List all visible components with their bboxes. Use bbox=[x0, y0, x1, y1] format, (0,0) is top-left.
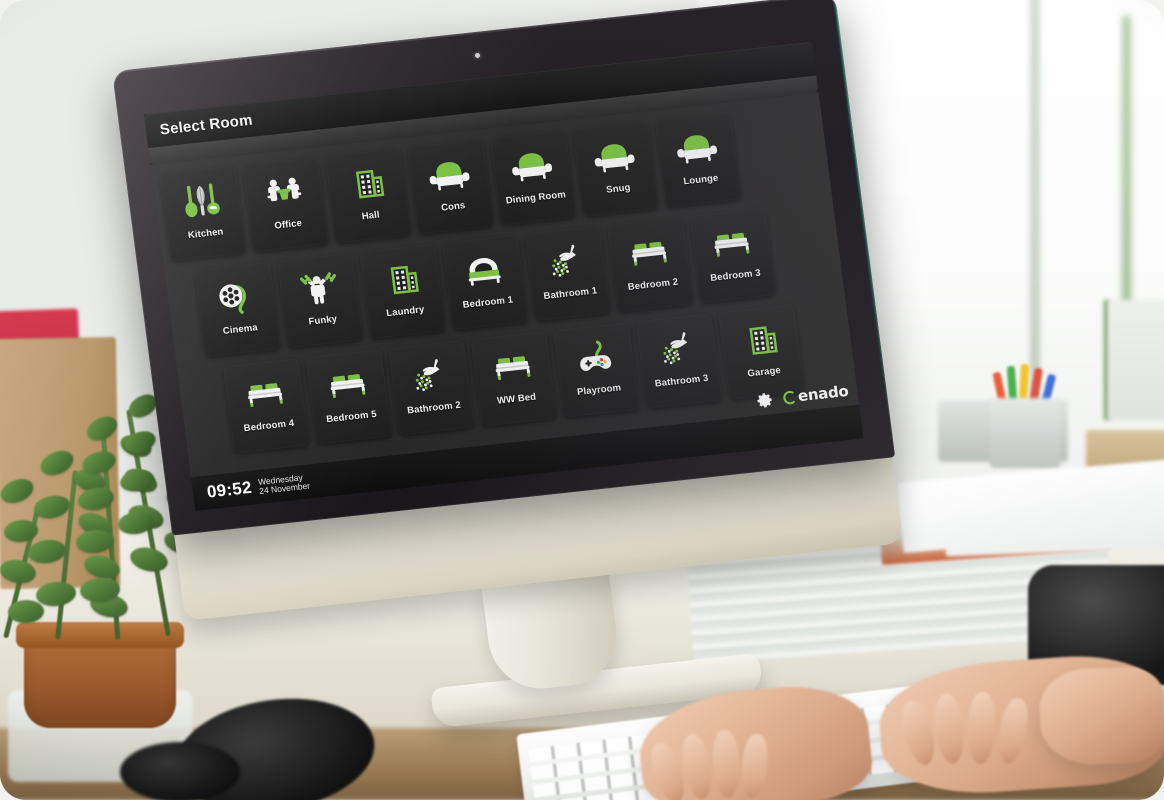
double-bed-icon bbox=[632, 241, 667, 266]
room-tile-label: Lounge bbox=[682, 172, 719, 188]
room-tile-label: Snug bbox=[605, 182, 632, 196]
room-tile-label: Dining Room bbox=[505, 189, 567, 207]
shower-head-icon bbox=[552, 244, 576, 277]
building-icon bbox=[355, 169, 385, 199]
room-tile-label: Bedroom 2 bbox=[627, 276, 679, 293]
person-dumbbells-icon bbox=[299, 272, 337, 305]
building-icon bbox=[390, 265, 419, 295]
room-tile-bedroom-2[interactable]: Bedroom 2 bbox=[606, 216, 694, 313]
shower-head-icon bbox=[415, 359, 440, 392]
room-tile-label: Garage bbox=[746, 365, 782, 380]
armchair-icon bbox=[677, 135, 718, 164]
room-tile-bathroom-1[interactable]: Bathroom 1 bbox=[524, 225, 612, 322]
room-tile-funky[interactable]: Funky bbox=[276, 252, 364, 349]
room-tile-playroom[interactable]: Playroom bbox=[553, 322, 640, 418]
webcam-icon bbox=[474, 52, 481, 59]
pen-cup bbox=[990, 398, 1060, 468]
room-tile-label: Bedroom 3 bbox=[709, 267, 762, 284]
single-bed-icon bbox=[468, 257, 501, 286]
armchair-icon bbox=[429, 162, 470, 191]
room-tile-label: Hall bbox=[361, 209, 381, 223]
room-tile-lounge[interactable]: Lounge bbox=[654, 111, 742, 208]
building-icon bbox=[749, 326, 778, 355]
room-tile-label: Bathroom 3 bbox=[654, 372, 710, 390]
room-tile-hall[interactable]: Hall bbox=[324, 147, 412, 244]
room-tile-cinema[interactable]: Cinema bbox=[194, 261, 282, 358]
room-tile-bedroom-5[interactable]: Bedroom 5 bbox=[305, 349, 393, 445]
room-tile-bedroom-1[interactable]: Bedroom 1 bbox=[441, 234, 529, 331]
imac-computer: Select Room Kitchen Office Hall Cons Din… bbox=[112, 0, 963, 800]
double-bed-icon bbox=[495, 356, 531, 381]
app-screen: Select Room Kitchen Office Hall Cons Din… bbox=[143, 41, 864, 511]
room-tile-label: Cons bbox=[440, 200, 467, 214]
double-bed-icon bbox=[330, 374, 366, 399]
page-title: Select Room bbox=[158, 111, 254, 139]
armchair-icon bbox=[594, 144, 635, 173]
room-tile-office[interactable]: Office bbox=[242, 156, 330, 253]
room-tile-label: Kitchen bbox=[187, 226, 225, 242]
room-tile-bedroom-3[interactable]: Bedroom 3 bbox=[689, 207, 777, 304]
room-tile-label: Office bbox=[273, 217, 303, 232]
film-reel-icon bbox=[219, 284, 247, 314]
room-tile-laundry[interactable]: Laundry bbox=[359, 243, 447, 340]
room-tile-cons[interactable]: Cons bbox=[407, 138, 495, 235]
clock-time: 09:52 bbox=[205, 477, 253, 502]
room-tile-label: Playroom bbox=[576, 382, 622, 399]
room-tile-kitchen[interactable]: Kitchen bbox=[159, 165, 247, 262]
armchair-icon bbox=[512, 153, 553, 182]
clock-date: Wednesday 24 November bbox=[257, 472, 311, 496]
room-tile-label: WW Bed bbox=[496, 391, 537, 407]
room-tile-label: Funky bbox=[307, 313, 338, 328]
headphones bbox=[120, 742, 240, 800]
game-controller-icon bbox=[580, 340, 612, 371]
room-tile-label: Bedroom 4 bbox=[243, 417, 295, 435]
room-tile-bathroom-2[interactable]: Bathroom 2 bbox=[387, 340, 475, 436]
room-tile-garage[interactable]: Garage bbox=[718, 304, 805, 400]
room-tile-snug[interactable]: Snug bbox=[572, 120, 660, 217]
room-tile-label: Bathroom 1 bbox=[542, 285, 598, 303]
room-tile-bedroom-4[interactable]: Bedroom 4 bbox=[222, 357, 310, 454]
utensils-whisk-icon bbox=[185, 183, 220, 218]
room-tile-label: Bedroom 5 bbox=[325, 408, 378, 426]
room-tile-label: Cinema bbox=[222, 322, 259, 337]
enado-arc-icon bbox=[783, 390, 796, 404]
room-tile-label: Bathroom 2 bbox=[406, 399, 462, 417]
room-tile-bathroom-3[interactable]: Bathroom 3 bbox=[635, 313, 723, 409]
room-tile-ww-bed[interactable]: WW Bed bbox=[470, 331, 558, 427]
shower-head-icon bbox=[663, 332, 688, 365]
room-tile-label: Laundry bbox=[385, 304, 426, 320]
gear-icon[interactable] bbox=[756, 390, 775, 409]
plant-pot-rim bbox=[16, 622, 184, 648]
photo-scene: Select Room Kitchen Office Hall Cons Din… bbox=[0, 0, 1164, 800]
people-at-desk-icon bbox=[267, 177, 302, 202]
second-monitor bbox=[1108, 300, 1164, 420]
room-tile-label: Bedroom 1 bbox=[462, 294, 514, 311]
double-bed-icon bbox=[248, 383, 283, 407]
room-tile-dining-room[interactable]: Dining Room bbox=[489, 129, 577, 226]
double-bed-icon bbox=[714, 232, 750, 257]
imac-display: Select Room Kitchen Office Hall Cons Din… bbox=[112, 0, 896, 536]
